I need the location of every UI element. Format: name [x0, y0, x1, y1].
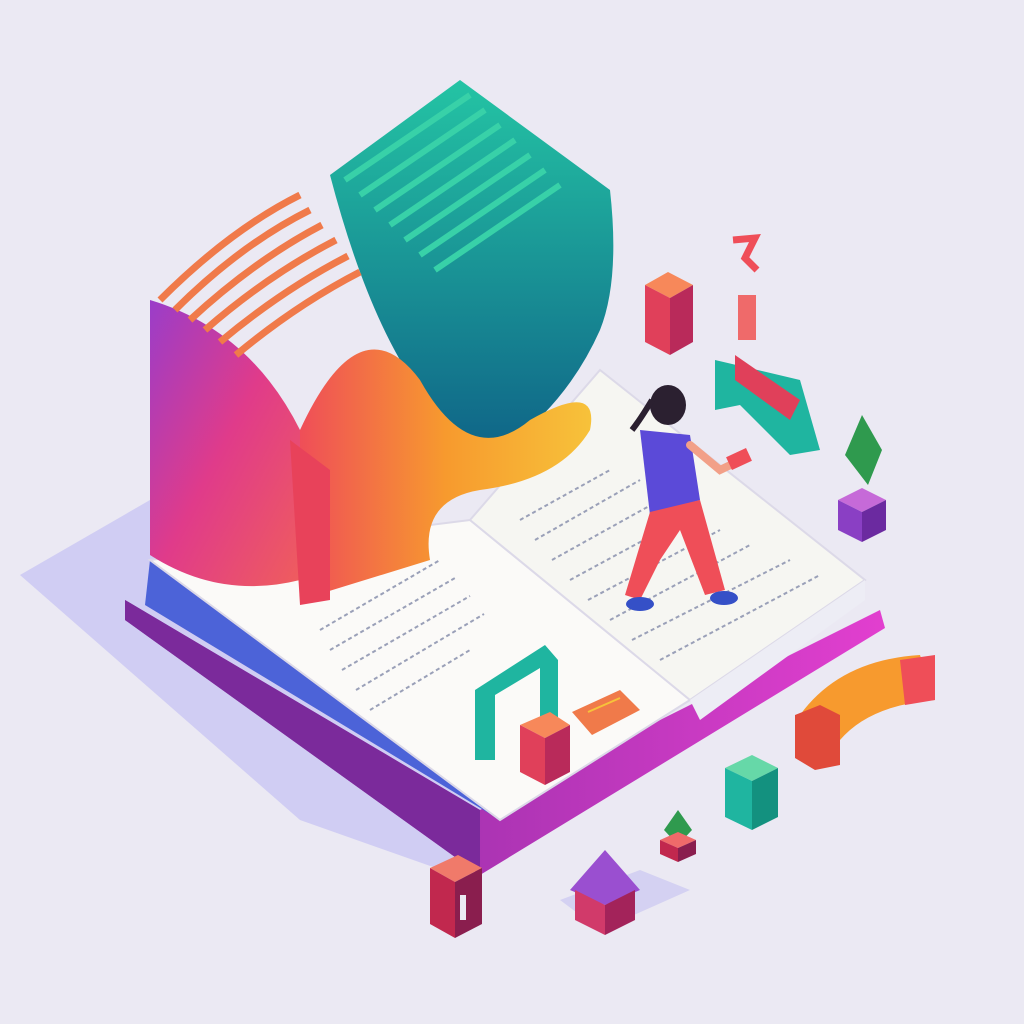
person-shoe-left	[626, 597, 654, 611]
bracket-bottom-left	[430, 855, 482, 938]
cube-coral-top	[645, 272, 693, 355]
illustration-canvas	[20, 80, 935, 938]
person-hair	[650, 385, 686, 425]
person-shoe-right	[710, 591, 738, 605]
cube-teal	[725, 755, 778, 830]
tree-small	[660, 810, 696, 862]
wave-pink-block	[150, 300, 300, 587]
cube-red-book	[520, 712, 570, 785]
house-purple	[570, 850, 640, 935]
signal-tower	[715, 233, 820, 455]
tree-top-right	[838, 415, 886, 542]
handset-orange	[795, 655, 935, 770]
